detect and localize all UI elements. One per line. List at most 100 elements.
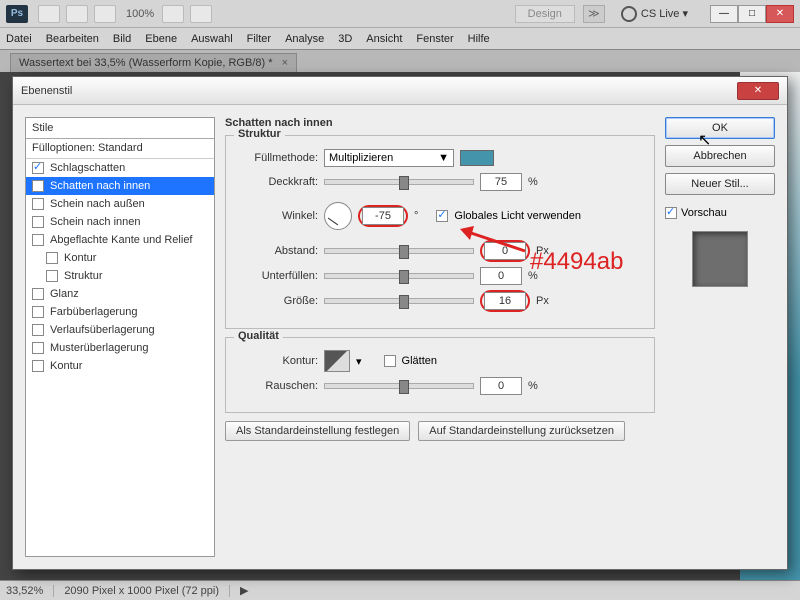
style-item-0[interactable]: Schlagschatten (26, 159, 214, 177)
style-item-3[interactable]: Schein nach innen (26, 213, 214, 231)
contour-chevron-icon[interactable]: ▾ (356, 355, 362, 368)
quality-group: Qualität Kontur: ▾ Glätten Rauschen: 0 % (225, 337, 655, 413)
style-item-checkbox[interactable] (46, 270, 58, 282)
noise-field[interactable]: 0 (480, 377, 522, 395)
style-item-label: Farbüberlagerung (50, 306, 137, 318)
arrange-docs-icon[interactable] (162, 5, 184, 23)
window-close-button[interactable]: ✕ (766, 5, 794, 23)
shadow-color-swatch[interactable] (460, 150, 494, 166)
style-item-label: Verlaufsüberlagerung (50, 324, 155, 336)
ok-button[interactable]: OK (665, 117, 775, 139)
blend-mode-value: Multiplizieren (329, 152, 393, 164)
opacity-field[interactable]: 75 (480, 173, 522, 191)
status-zoom[interactable]: 33,52% (6, 585, 54, 597)
style-item-7[interactable]: Glanz (26, 285, 214, 303)
style-item-checkbox[interactable] (32, 216, 44, 228)
menu-layer[interactable]: Ebene (145, 33, 177, 45)
style-item-1[interactable]: Schatten nach innen (26, 177, 214, 195)
menu-help[interactable]: Hilfe (468, 33, 490, 45)
blend-mode-label: Füllmethode: (236, 152, 318, 164)
blending-options-heading[interactable]: Fülloptionen: Standard (26, 139, 214, 159)
menu-bar: Datei Bearbeiten Bild Ebene Auswahl Filt… (0, 28, 800, 50)
distance-field[interactable]: 0 (484, 242, 526, 260)
style-item-checkbox[interactable] (32, 180, 44, 192)
screen-mode-icon[interactable] (190, 5, 212, 23)
size-slider[interactable] (324, 298, 474, 304)
contour-label: Kontur: (236, 355, 318, 367)
blend-mode-dropdown[interactable]: Multiplizieren ▼ (324, 149, 454, 167)
anti-alias-checkbox[interactable] (384, 355, 396, 367)
style-item-label: Struktur (64, 270, 103, 282)
window-minimize-button[interactable]: ― (710, 5, 738, 23)
style-item-checkbox[interactable] (32, 198, 44, 210)
mini-bridge-icon[interactable] (66, 5, 88, 23)
top-zoom-label[interactable]: 100% (126, 8, 154, 20)
style-item-9[interactable]: Verlaufsüberlagerung (26, 321, 214, 339)
new-style-button[interactable]: Neuer Stil... (665, 173, 775, 195)
menu-filter[interactable]: Filter (247, 33, 271, 45)
global-light-checkbox[interactable] (436, 210, 448, 222)
style-item-checkbox[interactable] (32, 162, 44, 174)
styles-heading[interactable]: Stile (26, 118, 214, 139)
angle-unit: ° (414, 210, 418, 222)
style-item-5[interactable]: Kontur (26, 249, 214, 267)
choke-slider[interactable] (324, 273, 474, 279)
size-label: Größe: (236, 295, 318, 307)
noise-slider[interactable] (324, 383, 474, 389)
menu-window[interactable]: Fenster (416, 33, 453, 45)
style-item-8[interactable]: Farbüberlagerung (26, 303, 214, 321)
style-item-label: Musterüberlagerung (50, 342, 148, 354)
style-item-label: Schein nach innen (50, 216, 141, 228)
angle-dial[interactable] (324, 202, 352, 230)
contour-picker[interactable] (324, 350, 350, 372)
reset-default-button[interactable]: Auf Standardeinstellung zurücksetzen (418, 421, 625, 441)
distance-slider[interactable] (324, 248, 474, 254)
status-doc-info[interactable]: 2090 Pixel x 1000 Pixel (72 ppi) (64, 585, 230, 597)
dialog-close-button[interactable]: ✕ (737, 82, 779, 100)
style-item-6[interactable]: Struktur (26, 267, 214, 285)
dialog-right-column: OK Abbrechen Neuer Stil... Vorschau (665, 117, 775, 557)
view-extras-icon[interactable] (94, 5, 116, 23)
choke-unit: % (528, 270, 538, 282)
anti-alias-label: Glätten (402, 355, 437, 367)
dialog-titlebar[interactable]: Ebenenstil ✕ (13, 77, 787, 105)
opacity-label: Deckkraft: (236, 176, 318, 188)
cs-live-button[interactable]: CS Live ▾ (613, 4, 696, 24)
style-item-checkbox[interactable] (32, 234, 44, 246)
workspace-switcher[interactable]: Design (515, 5, 575, 23)
menu-analysis[interactable]: Analyse (285, 33, 324, 45)
angle-field[interactable]: -75 (362, 207, 404, 225)
menu-image[interactable]: Bild (113, 33, 131, 45)
style-item-label: Abgeflachte Kante und Relief (50, 234, 193, 246)
menu-view[interactable]: Ansicht (366, 33, 402, 45)
status-more-icon[interactable]: ▶ (240, 584, 248, 597)
menu-file[interactable]: Datei (6, 33, 32, 45)
launch-bridge-icon[interactable] (38, 5, 60, 23)
style-item-2[interactable]: Schein nach außen (26, 195, 214, 213)
preview-checkbox[interactable] (665, 207, 677, 219)
choke-label: Unterfüllen: (236, 270, 318, 282)
style-item-11[interactable]: Kontur (26, 357, 214, 375)
style-item-checkbox[interactable] (46, 252, 58, 264)
choke-field[interactable]: 0 (480, 267, 522, 285)
opacity-slider[interactable] (324, 179, 474, 185)
style-item-checkbox[interactable] (32, 288, 44, 300)
preview-thumbnail (692, 231, 748, 287)
window-maximize-button[interactable]: □ (738, 5, 766, 23)
document-tab-close-icon[interactable]: × (282, 57, 288, 69)
style-item-checkbox[interactable] (32, 306, 44, 318)
style-item-10[interactable]: Musterüberlagerung (26, 339, 214, 357)
style-item-checkbox[interactable] (32, 360, 44, 372)
style-item-4[interactable]: Abgeflachte Kante und Relief (26, 231, 214, 249)
make-default-button[interactable]: Als Standardeinstellung festlegen (225, 421, 410, 441)
menu-select[interactable]: Auswahl (191, 33, 233, 45)
menu-3d[interactable]: 3D (338, 33, 352, 45)
size-field[interactable]: 16 (484, 292, 526, 310)
style-item-checkbox[interactable] (32, 324, 44, 336)
document-tab[interactable]: Wassertext bei 33,5% (Wasserform Kopie, … (10, 53, 297, 72)
menu-edit[interactable]: Bearbeiten (46, 33, 99, 45)
workspace-more-icon[interactable]: ≫ (583, 5, 605, 23)
cancel-button[interactable]: Abbrechen (665, 145, 775, 167)
style-item-checkbox[interactable] (32, 342, 44, 354)
chevron-down-icon: ▼ (438, 152, 449, 164)
